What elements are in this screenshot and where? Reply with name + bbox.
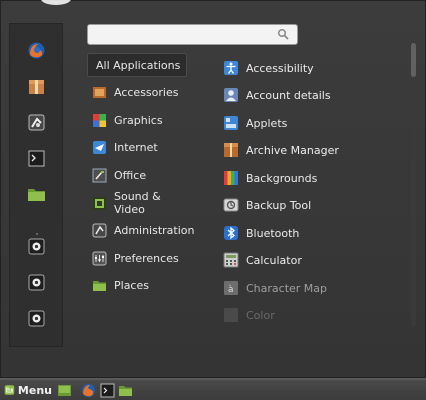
app-color[interactable]: Color bbox=[221, 302, 401, 323]
logout-icon[interactable] bbox=[27, 273, 46, 292]
app-label: Bluetooth bbox=[246, 226, 300, 240]
app-calculator[interactable]: Calculator bbox=[221, 247, 401, 273]
mint-logo-icon bbox=[4, 385, 15, 395]
graphics-icon bbox=[93, 113, 106, 127]
app-label: Character Map bbox=[246, 281, 328, 295]
category-places[interactable]: Places bbox=[87, 273, 187, 297]
sound-video-icon bbox=[93, 196, 106, 210]
scrollbar-thumb[interactable] bbox=[411, 43, 416, 77]
bluetooth-icon bbox=[224, 226, 238, 240]
category-graphics[interactable]: Graphics bbox=[87, 108, 187, 132]
software-manager-icon[interactable] bbox=[27, 77, 46, 96]
search-field[interactable] bbox=[87, 24, 298, 45]
app-archive-manager[interactable]: Archive Manager bbox=[221, 137, 401, 163]
taskbar: Menu bbox=[0, 380, 426, 400]
category-all-applications[interactable]: All Applications bbox=[87, 53, 187, 77]
search-input[interactable] bbox=[94, 27, 274, 42]
category-label: Accessories bbox=[114, 85, 179, 99]
app-applets[interactable]: Applets bbox=[221, 110, 401, 136]
archive-manager-icon bbox=[224, 143, 238, 157]
terminal-icon[interactable] bbox=[27, 149, 46, 168]
category-accessories[interactable]: Accessories bbox=[87, 80, 187, 104]
files-icon[interactable] bbox=[118, 383, 133, 398]
category-label: Preferences bbox=[114, 251, 179, 265]
svg-text:à: à bbox=[228, 285, 234, 295]
app-label: Backup Tool bbox=[246, 198, 312, 212]
accessibility-icon bbox=[224, 61, 238, 75]
quit-icon[interactable] bbox=[27, 309, 46, 328]
category-label: All Applications bbox=[96, 58, 181, 72]
application-menu: All Applications Accessories Graphics In… bbox=[0, 0, 426, 378]
app-label: Accessibility bbox=[246, 61, 314, 75]
show-desktop-icon[interactable] bbox=[57, 383, 72, 398]
category-office[interactable]: Office bbox=[87, 163, 187, 187]
app-backup-tool[interactable]: Backup Tool bbox=[221, 192, 401, 218]
calculator-icon bbox=[223, 252, 239, 268]
category-internet[interactable]: Internet bbox=[87, 135, 187, 159]
app-backgrounds[interactable]: Backgrounds bbox=[221, 165, 401, 191]
terminal-icon[interactable] bbox=[100, 383, 115, 398]
category-label: Internet bbox=[114, 140, 158, 154]
app-label: Applets bbox=[246, 116, 288, 130]
favorites-panel bbox=[9, 23, 63, 347]
app-label: Archive Manager bbox=[246, 143, 339, 157]
category-label: Office bbox=[114, 168, 147, 182]
app-label: Calculator bbox=[246, 253, 302, 267]
category-sound-video[interactable]: Sound & Video bbox=[87, 190, 187, 216]
backup-tool-icon bbox=[223, 198, 239, 212]
preferences-icon bbox=[92, 251, 107, 265]
menu-button[interactable]: Menu bbox=[0, 380, 52, 400]
account-details-icon bbox=[224, 88, 238, 102]
applets-icon bbox=[224, 116, 238, 130]
menu-label: Menu bbox=[17, 383, 52, 397]
app-list-scrollbar[interactable] bbox=[411, 43, 416, 327]
office-icon bbox=[92, 168, 107, 182]
search-icon bbox=[277, 28, 289, 40]
category-preferences[interactable]: Preferences bbox=[87, 246, 187, 270]
favorites-separator bbox=[36, 233, 38, 235]
app-label: Backgrounds bbox=[246, 171, 318, 185]
app-character-map[interactable]: à Character Map bbox=[221, 275, 401, 301]
app-label: Color bbox=[246, 308, 275, 322]
administration-icon bbox=[92, 223, 107, 237]
category-label: Graphics bbox=[114, 113, 163, 127]
places-folder-icon bbox=[93, 280, 106, 291]
category-label: Administration bbox=[114, 223, 195, 237]
app-label: Account details bbox=[246, 88, 331, 102]
application-list: Accessibility Account details Applets Ar… bbox=[221, 53, 406, 323]
category-administration[interactable]: Administration bbox=[87, 218, 195, 242]
color-icon bbox=[224, 308, 238, 322]
accessories-icon bbox=[93, 86, 106, 98]
files-icon[interactable] bbox=[27, 185, 46, 204]
character-map-icon: à bbox=[224, 281, 238, 295]
category-label: Places bbox=[114, 278, 149, 292]
system-settings-icon[interactable] bbox=[27, 113, 46, 132]
lock-screen-icon[interactable] bbox=[27, 237, 46, 256]
top-glow bbox=[41, 0, 71, 5]
category-label: Sound & Video bbox=[114, 190, 161, 216]
firefox-icon[interactable] bbox=[27, 41, 46, 60]
firefox-icon[interactable] bbox=[81, 383, 96, 398]
backgrounds-icon bbox=[224, 171, 238, 185]
app-account-details[interactable]: Account details bbox=[221, 82, 401, 108]
app-bluetooth[interactable]: Bluetooth bbox=[221, 220, 401, 246]
app-accessibility[interactable]: Accessibility bbox=[221, 55, 401, 81]
internet-icon bbox=[93, 140, 106, 154]
